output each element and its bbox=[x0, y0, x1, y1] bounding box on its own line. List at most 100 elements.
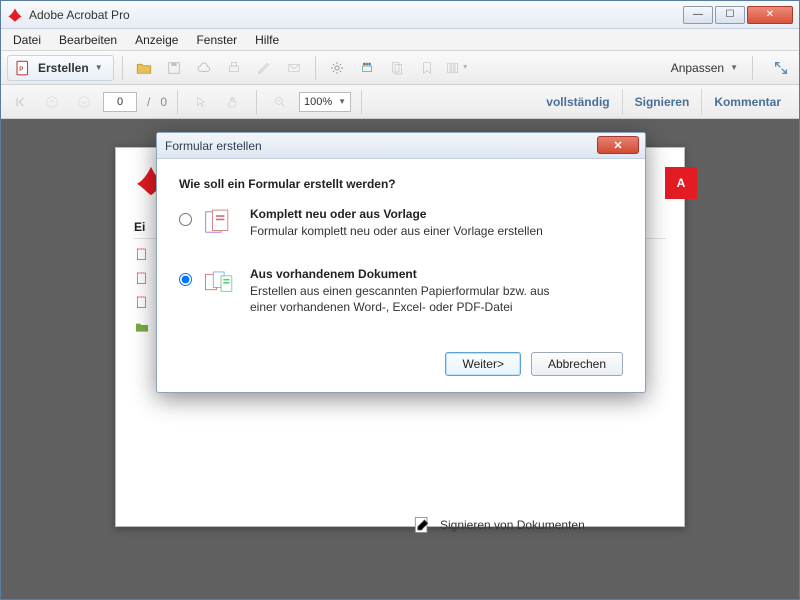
dialog-close-button[interactable]: ✕ bbox=[597, 136, 639, 154]
columns-icon bbox=[445, 60, 460, 76]
customize-button[interactable]: Anpassen ▼ bbox=[665, 61, 744, 75]
cursor-icon bbox=[194, 95, 208, 109]
open-button[interactable] bbox=[131, 55, 157, 81]
arrow-left-end-icon bbox=[13, 95, 27, 109]
window-title: Adobe Acrobat Pro bbox=[29, 8, 683, 22]
zoom-value: 100% bbox=[304, 96, 332, 108]
chevron-down-icon: ▼ bbox=[462, 64, 469, 71]
next-button[interactable]: Weiter> bbox=[445, 352, 520, 376]
printer-icon bbox=[226, 60, 242, 76]
create-button[interactable]: P Erstellen ▼ bbox=[7, 55, 114, 81]
chevron-down-icon: ▼ bbox=[338, 97, 346, 106]
chevron-down-icon: ▼ bbox=[730, 63, 738, 72]
hand-icon bbox=[226, 95, 240, 109]
menu-view[interactable]: Anzeige bbox=[127, 31, 186, 49]
first-page-button[interactable] bbox=[7, 89, 33, 115]
envelope-icon bbox=[285, 61, 303, 75]
menubar: Datei Bearbeiten Anzeige Fenster Hilfe bbox=[1, 29, 799, 51]
maximize-button[interactable]: ☐ bbox=[715, 6, 745, 24]
folder-open-icon bbox=[135, 59, 153, 77]
separator bbox=[361, 90, 362, 114]
arrow-up-icon bbox=[45, 95, 59, 109]
gear-icon bbox=[329, 60, 345, 76]
option2-title: Aus vorhandenem Dokument bbox=[250, 267, 550, 281]
radio-existing-doc[interactable] bbox=[179, 273, 192, 286]
expand-icon bbox=[773, 60, 789, 76]
next-page-button[interactable] bbox=[71, 89, 97, 115]
dialog-question: Wie soll ein Formular erstellt werden? bbox=[179, 177, 623, 191]
print-button[interactable] bbox=[221, 55, 247, 81]
pdf-icon bbox=[134, 295, 150, 311]
edit-button[interactable] bbox=[251, 55, 277, 81]
pdf-icon bbox=[134, 247, 150, 263]
titlebar: Adobe Acrobat Pro — ☐ ✕ bbox=[1, 1, 799, 29]
cloud-button[interactable] bbox=[191, 55, 217, 81]
select-tool-button[interactable] bbox=[188, 89, 214, 115]
option-text: Aus vorhandenem Dokument Erstellen aus e… bbox=[250, 267, 550, 315]
tab-sign[interactable]: Signieren bbox=[622, 89, 702, 115]
option1-desc: Formular komplett neu oder aus einer Vor… bbox=[250, 223, 543, 239]
sign-documents-item[interactable]: Signieren von Dokumenten bbox=[412, 515, 585, 535]
prev-page-button[interactable] bbox=[39, 89, 65, 115]
settings-button[interactable] bbox=[324, 55, 350, 81]
radio-new-template[interactable] bbox=[179, 213, 192, 226]
dialog-titlebar: Formular erstellen ✕ bbox=[157, 133, 645, 159]
acrobat-icon bbox=[7, 7, 23, 23]
page-separator: / bbox=[147, 95, 150, 109]
dialog-body: Wie soll ein Formular erstellt werden? K… bbox=[157, 159, 645, 392]
mail-button[interactable] bbox=[281, 55, 307, 81]
sign-document-icon bbox=[412, 515, 432, 535]
chevron-down-icon: ▼ bbox=[95, 63, 103, 72]
adobe-badge: A bbox=[665, 167, 697, 199]
save-button[interactable] bbox=[161, 55, 187, 81]
tab-comment[interactable]: Kommentar bbox=[701, 89, 793, 115]
arrow-down-icon bbox=[77, 95, 91, 109]
toolbar-main: P Erstellen ▼ ▼ Anpassen ▼ bbox=[1, 51, 799, 85]
printer-color-icon bbox=[359, 60, 375, 76]
folder-icon bbox=[134, 319, 150, 335]
pencil-icon bbox=[256, 60, 272, 76]
create-button-label: Erstellen bbox=[38, 61, 89, 75]
page-number-input[interactable]: 0 bbox=[103, 92, 137, 112]
hand-tool-button[interactable] bbox=[220, 89, 246, 115]
menu-help[interactable]: Hilfe bbox=[247, 31, 287, 49]
adobe-badge-icon: A bbox=[665, 167, 697, 199]
expand-button[interactable] bbox=[769, 56, 793, 80]
close-button[interactable]: ✕ bbox=[747, 6, 793, 24]
menu-edit[interactable]: Bearbeiten bbox=[51, 31, 125, 49]
customize-label: Anpassen bbox=[671, 61, 724, 75]
create-form-dialog: Formular erstellen ✕ Wie soll ein Formul… bbox=[156, 132, 646, 393]
page-total: 0 bbox=[160, 95, 167, 109]
sign-documents-label: Signieren von Dokumenten bbox=[440, 518, 585, 532]
option1-title: Komplett neu oder aus Vorlage bbox=[250, 207, 543, 221]
minimize-button[interactable]: — bbox=[683, 6, 713, 24]
zoom-combo[interactable]: 100% ▼ bbox=[299, 92, 351, 112]
tool-button-1[interactable] bbox=[384, 55, 410, 81]
option-new-template[interactable]: Komplett neu oder aus Vorlage Formular k… bbox=[179, 207, 623, 239]
separator bbox=[177, 90, 178, 114]
dialog-title: Formular erstellen bbox=[165, 139, 262, 153]
color-button[interactable] bbox=[354, 55, 380, 81]
cloud-icon bbox=[195, 60, 213, 76]
tool-button-3[interactable]: ▼ bbox=[444, 55, 470, 81]
cancel-button[interactable]: Abbrechen bbox=[531, 352, 623, 376]
menu-file[interactable]: Datei bbox=[5, 31, 49, 49]
separator bbox=[122, 56, 123, 80]
option-existing-doc[interactable]: Aus vorhandenem Dokument Erstellen aus e… bbox=[179, 267, 623, 315]
toolbar-nav: 0 / 0 100% ▼ vollständig Signieren Komme… bbox=[1, 85, 799, 119]
tab-full[interactable]: vollständig bbox=[534, 89, 621, 115]
template-icon bbox=[204, 207, 238, 237]
right-panel-tabs: vollständig Signieren Kommentar bbox=[534, 89, 793, 115]
separator bbox=[256, 90, 257, 114]
separator bbox=[315, 56, 316, 80]
svg-text:P: P bbox=[19, 67, 23, 73]
existing-doc-icon bbox=[204, 267, 238, 297]
zoom-out-icon bbox=[273, 95, 287, 109]
create-pdf-icon: P bbox=[14, 59, 32, 77]
window-buttons: — ☐ ✕ bbox=[683, 6, 793, 24]
zoom-out-button[interactable] bbox=[267, 89, 293, 115]
pages-icon bbox=[389, 60, 405, 76]
menu-window[interactable]: Fenster bbox=[188, 31, 245, 49]
option-text: Komplett neu oder aus Vorlage Formular k… bbox=[250, 207, 543, 239]
tool-button-2[interactable] bbox=[414, 55, 440, 81]
